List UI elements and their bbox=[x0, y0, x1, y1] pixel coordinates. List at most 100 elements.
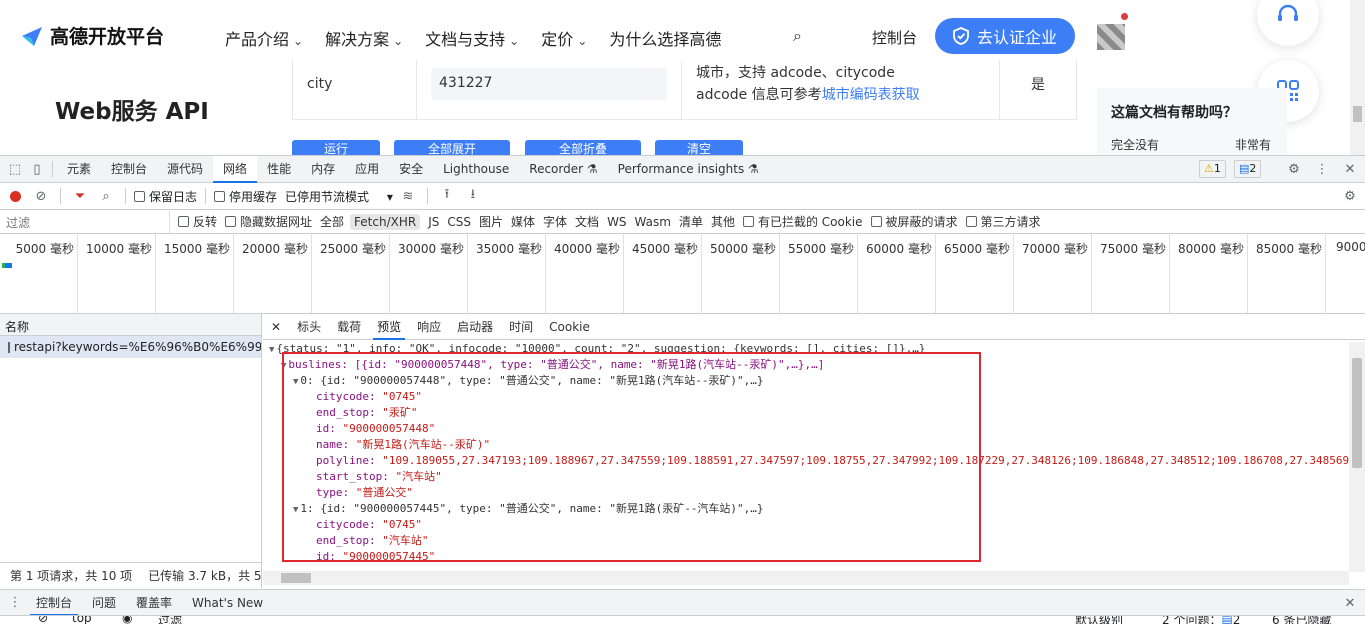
chevron-down-icon: ⌄ bbox=[293, 34, 304, 48]
filter-wasm[interactable]: Wasm bbox=[635, 215, 671, 229]
filter-ws[interactable]: WS bbox=[607, 215, 626, 229]
filter-input[interactable]: 过滤 bbox=[0, 210, 170, 233]
filter-js[interactable]: JS bbox=[428, 215, 439, 229]
import-har-icon[interactable]: ⭱ bbox=[436, 185, 458, 207]
tab-payload[interactable]: 载荷 bbox=[329, 314, 369, 340]
expand-triangle-icon: ▼ bbox=[269, 345, 275, 355]
page-title: Web服务 API bbox=[55, 99, 209, 125]
blocked-cookies-checkbox[interactable]: 有已拦截的 Cookie bbox=[742, 213, 863, 230]
flask-icon: ⚗ bbox=[586, 161, 598, 176]
certify-enterprise-button[interactable]: 去认证企业 bbox=[935, 18, 1075, 54]
filter-manifest[interactable]: 清单 bbox=[679, 213, 703, 230]
tab-sources[interactable]: 源代码 bbox=[157, 156, 213, 183]
network-settings-gear-icon[interactable]: ⚙ bbox=[1339, 185, 1361, 207]
drawer-tab-issues[interactable]: 问题 bbox=[82, 590, 126, 616]
console-link[interactable]: 控制台 bbox=[872, 27, 917, 48]
expand-all-button[interactable]: 全部展开 bbox=[394, 140, 510, 155]
nav-item-pricing[interactable]: 定价 ⌄ bbox=[541, 26, 587, 50]
nav-item-products[interactable]: 产品介绍 ⌄ bbox=[225, 26, 303, 50]
tab-timing[interactable]: 时间 bbox=[501, 314, 541, 340]
disable-cache-checkbox[interactable]: 停用缓存 bbox=[214, 188, 277, 205]
drawer-close-icon[interactable]: ✕ bbox=[1339, 592, 1361, 614]
throttle-select[interactable]: 已停用节流模式 ▾ bbox=[285, 188, 393, 205]
amap-logo[interactable]: 高德开放平台 bbox=[20, 22, 164, 49]
close-icon[interactable]: ✕ bbox=[1339, 158, 1361, 180]
tab-performance-insights[interactable]: Performance insights ⚗ bbox=[608, 156, 769, 183]
tab-recorder[interactable]: Recorder ⚗ bbox=[519, 156, 607, 183]
tab-response[interactable]: 响应 bbox=[409, 314, 449, 340]
clear-icon[interactable]: ⊘ bbox=[30, 185, 52, 207]
drawer-menu-icon[interactable]: ⋮ bbox=[4, 592, 26, 614]
preserve-log-checkbox[interactable]: 保留日志 bbox=[134, 188, 197, 205]
message-icon: ▤ bbox=[1239, 162, 1250, 175]
name-column-header[interactable]: 名称 bbox=[0, 314, 261, 336]
site-scrollbar[interactable] bbox=[1350, 0, 1365, 155]
invert-checkbox[interactable]: 反转 bbox=[178, 213, 217, 230]
collapse-all-button[interactable]: 全部折叠 bbox=[525, 140, 641, 155]
preview-vertical-scrollbar[interactable] bbox=[1349, 342, 1365, 572]
filter-img[interactable]: 图片 bbox=[479, 213, 503, 230]
nav-item-why[interactable]: 为什么选择高德 bbox=[609, 26, 721, 50]
inspect-element-icon[interactable]: ⬚ bbox=[4, 158, 26, 180]
citycode-table-link[interactable]: 城市编码表获取 bbox=[822, 87, 920, 103]
search-icon[interactable]: ⌕ bbox=[95, 185, 117, 207]
drawer-tab-coverage[interactable]: 覆盖率 bbox=[126, 590, 182, 616]
drawer-tab-whats-new[interactable]: What's New bbox=[182, 590, 273, 616]
timeline-label: 25000 毫秒 bbox=[320, 242, 386, 256]
highlight-box bbox=[282, 352, 981, 562]
blocked-requests-checkbox[interactable]: 被屏蔽的请求 bbox=[870, 213, 958, 230]
nav-item-docs[interactable]: 文档与支持 ⌄ bbox=[425, 26, 519, 50]
third-party-checkbox[interactable]: 第三方请求 bbox=[965, 213, 1041, 230]
run-button[interactable]: 运行 bbox=[292, 140, 380, 155]
tab-cookies[interactable]: Cookie bbox=[541, 314, 598, 340]
file-icon bbox=[8, 341, 10, 353]
filter-media[interactable]: 媒体 bbox=[511, 213, 535, 230]
messages-badge[interactable]: ▤2 bbox=[1234, 160, 1262, 178]
settings-gear-icon[interactable]: ⚙ bbox=[1283, 158, 1305, 180]
warnings-badge[interactable]: ⚠1 bbox=[1199, 160, 1226, 178]
nav-item-solutions[interactable]: 解决方案 ⌄ bbox=[325, 26, 403, 50]
network-conditions-icon[interactable]: ≋ bbox=[397, 185, 419, 207]
feedback-yes[interactable]: 非常有 bbox=[1235, 136, 1271, 153]
param-value-input[interactable]: 431227 bbox=[431, 68, 667, 100]
support-headset-icon[interactable] bbox=[1257, 0, 1319, 46]
hide-data-urls-checkbox[interactable]: 隐藏数据网址 bbox=[225, 213, 312, 230]
record-icon[interactable] bbox=[4, 185, 26, 207]
filter-fetch-xhr[interactable]: Fetch/XHR bbox=[350, 213, 421, 230]
tab-headers[interactable]: 标头 bbox=[289, 314, 329, 340]
filter-other[interactable]: 其他 bbox=[711, 213, 735, 230]
tab-application[interactable]: 应用 bbox=[345, 156, 389, 183]
tab-initiator[interactable]: 启动器 bbox=[449, 314, 501, 340]
tab-security[interactable]: 安全 bbox=[389, 156, 433, 183]
filter-all[interactable]: 全部 bbox=[320, 213, 344, 230]
close-detail-icon[interactable]: ✕ bbox=[263, 314, 289, 340]
tab-network[interactable]: 网络 bbox=[213, 155, 258, 183]
website-viewport: 高德开放平台 产品介绍 ⌄ 解决方案 ⌄ 文档与支持 ⌄ 定价 ⌄ 为什么选择高德 ⌕ … bbox=[0, 0, 1365, 155]
drawer-tab-console[interactable]: 控制台 bbox=[26, 590, 82, 616]
timeline-label: 20000 毫秒 bbox=[242, 242, 308, 256]
filter-css[interactable]: CSS bbox=[447, 215, 471, 229]
tab-memory[interactable]: 内存 bbox=[301, 156, 345, 183]
chevron-down-icon: ⌄ bbox=[509, 34, 520, 48]
preview-horizontal-scrollbar[interactable] bbox=[263, 571, 1349, 585]
clear-button[interactable]: 清空 bbox=[655, 140, 743, 155]
shield-icon bbox=[953, 27, 969, 45]
tab-console[interactable]: 控制台 bbox=[101, 156, 157, 183]
request-row[interactable]: restapi?keywords=%E6%96%B0%E6%99%... bbox=[0, 336, 261, 358]
tab-elements[interactable]: 元素 bbox=[57, 156, 101, 183]
more-options-icon[interactable]: ⋮ bbox=[1311, 158, 1333, 180]
filter-font[interactable]: 字体 bbox=[543, 213, 567, 230]
tab-lighthouse[interactable]: Lighthouse bbox=[433, 156, 519, 183]
search-icon[interactable]: ⌕ bbox=[793, 26, 802, 46]
export-har-icon[interactable]: ⭳ bbox=[462, 185, 484, 207]
filter-doc[interactable]: 文档 bbox=[575, 213, 599, 230]
timeline-label: 35000 毫秒 bbox=[476, 242, 542, 256]
device-toolbar-icon[interactable]: ▯ bbox=[26, 158, 48, 180]
feedback-no[interactable]: 完全没有 bbox=[1111, 136, 1159, 153]
avatar[interactable] bbox=[1097, 24, 1125, 50]
filter-icon[interactable]: ⏷ bbox=[69, 185, 91, 207]
timeline-label: 50000 毫秒 bbox=[710, 242, 776, 256]
tab-performance[interactable]: 性能 bbox=[257, 156, 301, 183]
network-overview-timeline[interactable]: 5000 毫秒 10000 毫秒 15000 毫秒 20000 毫秒 25000 毫秒 3… bbox=[0, 234, 1365, 314]
tab-preview[interactable]: 预览 bbox=[369, 314, 409, 340]
